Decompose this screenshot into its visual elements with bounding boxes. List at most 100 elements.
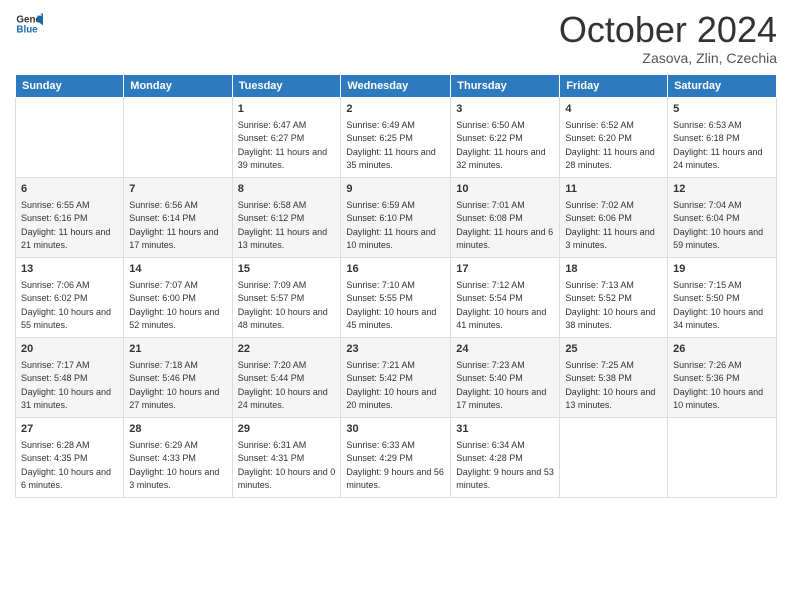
calendar-cell: 6Sunrise: 6:55 AM Sunset: 6:16 PM Daylig…: [16, 177, 124, 257]
col-tuesday: Tuesday: [232, 74, 341, 97]
day-info: Sunrise: 7:09 AM Sunset: 5:57 PM Dayligh…: [238, 280, 328, 330]
calendar-cell: 5 Sunrise: 6:53 AM Sunset: 6:18 PM Daylig…: [668, 97, 777, 177]
calendar-cell: 18 Sunrise: 7:13 AM Sunset: 5:52 PM Dayli…: [560, 257, 668, 337]
calendar-table: Sunday Monday Tuesday Wednesday Thursday…: [15, 74, 777, 498]
logo: General Blue: [15, 10, 43, 38]
day-number: 8: [238, 182, 336, 197]
svg-text:Blue: Blue: [16, 24, 38, 35]
col-saturday: Saturday: [668, 74, 777, 97]
day-info: Sunrise: 7:18 AM Sunset: 5:46 PM Dayligh…: [129, 360, 219, 410]
day-number: 15: [238, 262, 336, 277]
col-wednesday: Wednesday: [341, 74, 451, 97]
calendar-cell: 15 Sunrise: 7:09 AM Sunset: 5:57 PM Dayli…: [232, 257, 341, 337]
day-number: 17: [456, 262, 554, 277]
location: Zasova, Zlin, Czechia: [559, 50, 777, 66]
day-info: Sunrise: 7:04 AM Sunset: 6:04 PM Dayligh…: [673, 200, 763, 250]
day-number: 25: [565, 342, 662, 357]
day-info: Sunrise: 6:29 AM Sunset: 4:33 PM Dayligh…: [129, 440, 219, 490]
calendar-cell: 31Sunrise: 6:34 AM Sunset: 4:28 PM Dayli…: [451, 417, 560, 497]
calendar-cell: 1 Sunrise: 6:47 AM Sunset: 6:27 PM Daylig…: [232, 97, 341, 177]
day-number: 10: [456, 182, 554, 197]
calendar-cell: 19 Sunrise: 7:15 AM Sunset: 5:50 PM Dayli…: [668, 257, 777, 337]
day-info: Sunrise: 6:34 AM Sunset: 4:28 PM Dayligh…: [456, 440, 554, 490]
day-number: 27: [21, 422, 118, 437]
day-number: 23: [346, 342, 445, 357]
header: General Blue October 2024 Zasova, Zlin, …: [15, 10, 777, 66]
day-info: Sunrise: 6:50 AM Sunset: 6:22 PM Dayligh…: [456, 120, 545, 170]
day-number: 2: [346, 102, 445, 117]
day-number: 29: [238, 422, 336, 437]
day-info: Sunrise: 6:59 AM Sunset: 6:10 PM Dayligh…: [346, 200, 435, 250]
day-info: Sunrise: 6:33 AM Sunset: 4:29 PM Dayligh…: [346, 440, 444, 490]
calendar-cell: 3 Sunrise: 6:50 AM Sunset: 6:22 PM Daylig…: [451, 97, 560, 177]
day-info: Sunrise: 6:47 AM Sunset: 6:27 PM Dayligh…: [238, 120, 327, 170]
calendar-cell: 9 Sunrise: 6:59 AM Sunset: 6:10 PM Daylig…: [341, 177, 451, 257]
logo-icon: General Blue: [15, 10, 43, 38]
day-info: Sunrise: 7:25 AM Sunset: 5:38 PM Dayligh…: [565, 360, 655, 410]
calendar-week-2: 6Sunrise: 6:55 AM Sunset: 6:16 PM Daylig…: [16, 177, 777, 257]
day-number: 26: [673, 342, 771, 357]
day-number: 3: [456, 102, 554, 117]
day-number: 19: [673, 262, 771, 277]
calendar-cell: 27 Sunrise: 6:28 AM Sunset: 4:35 PM Dayli…: [16, 417, 124, 497]
day-info: Sunrise: 7:07 AM Sunset: 6:00 PM Dayligh…: [129, 280, 219, 330]
calendar-cell: 2 Sunrise: 6:49 AM Sunset: 6:25 PM Daylig…: [341, 97, 451, 177]
calendar-week-5: 27 Sunrise: 6:28 AM Sunset: 4:35 PM Dayli…: [16, 417, 777, 497]
calendar-week-1: 1 Sunrise: 6:47 AM Sunset: 6:27 PM Daylig…: [16, 97, 777, 177]
day-number: 11: [565, 182, 662, 197]
day-info: Sunrise: 7:06 AM Sunset: 6:02 PM Dayligh…: [21, 280, 111, 330]
calendar-cell: 14Sunrise: 7:07 AM Sunset: 6:00 PM Dayli…: [124, 257, 232, 337]
day-number: 1: [238, 102, 336, 117]
calendar-cell: 10 Sunrise: 7:01 AM Sunset: 6:08 PM Dayli…: [451, 177, 560, 257]
day-info: Sunrise: 6:49 AM Sunset: 6:25 PM Dayligh…: [346, 120, 435, 170]
day-number: 13: [21, 262, 118, 277]
calendar-cell: 4Sunrise: 6:52 AM Sunset: 6:20 PM Daylig…: [560, 97, 668, 177]
day-number: 24: [456, 342, 554, 357]
calendar-cell: 20Sunrise: 7:17 AM Sunset: 5:48 PM Dayli…: [16, 337, 124, 417]
day-number: 5: [673, 102, 771, 117]
calendar-cell: 11Sunrise: 7:02 AM Sunset: 6:06 PM Dayli…: [560, 177, 668, 257]
day-info: Sunrise: 7:21 AM Sunset: 5:42 PM Dayligh…: [346, 360, 436, 410]
calendar-cell: 26 Sunrise: 7:26 AM Sunset: 5:36 PM Dayli…: [668, 337, 777, 417]
calendar-cell: 7 Sunrise: 6:56 AM Sunset: 6:14 PM Daylig…: [124, 177, 232, 257]
day-number: 6: [21, 182, 118, 197]
calendar-cell: 16 Sunrise: 7:10 AM Sunset: 5:55 PM Dayli…: [341, 257, 451, 337]
day-number: 30: [346, 422, 445, 437]
day-number: 18: [565, 262, 662, 277]
day-info: Sunrise: 6:58 AM Sunset: 6:12 PM Dayligh…: [238, 200, 327, 250]
day-info: Sunrise: 7:20 AM Sunset: 5:44 PM Dayligh…: [238, 360, 328, 410]
calendar-cell: 12Sunrise: 7:04 AM Sunset: 6:04 PM Dayli…: [668, 177, 777, 257]
col-monday: Monday: [124, 74, 232, 97]
calendar-cell: 23 Sunrise: 7:21 AM Sunset: 5:42 PM Dayli…: [341, 337, 451, 417]
col-friday: Friday: [560, 74, 668, 97]
page: General Blue October 2024 Zasova, Zlin, …: [0, 0, 792, 612]
day-info: Sunrise: 7:13 AM Sunset: 5:52 PM Dayligh…: [565, 280, 655, 330]
day-info: Sunrise: 7:10 AM Sunset: 5:55 PM Dayligh…: [346, 280, 436, 330]
col-thursday: Thursday: [451, 74, 560, 97]
day-info: Sunrise: 6:56 AM Sunset: 6:14 PM Dayligh…: [129, 200, 218, 250]
calendar-cell: 17 Sunrise: 7:12 AM Sunset: 5:54 PM Dayli…: [451, 257, 560, 337]
day-info: Sunrise: 6:53 AM Sunset: 6:18 PM Dayligh…: [673, 120, 762, 170]
calendar-cell: [16, 97, 124, 177]
day-info: Sunrise: 7:01 AM Sunset: 6:08 PM Dayligh…: [456, 200, 553, 250]
title-block: October 2024 Zasova, Zlin, Czechia: [559, 10, 777, 66]
day-info: Sunrise: 7:15 AM Sunset: 5:50 PM Dayligh…: [673, 280, 763, 330]
day-info: Sunrise: 7:23 AM Sunset: 5:40 PM Dayligh…: [456, 360, 546, 410]
day-number: 20: [21, 342, 118, 357]
day-number: 22: [238, 342, 336, 357]
day-number: 9: [346, 182, 445, 197]
day-number: 16: [346, 262, 445, 277]
day-info: Sunrise: 6:31 AM Sunset: 4:31 PM Dayligh…: [238, 440, 336, 490]
calendar-cell: 24 Sunrise: 7:23 AM Sunset: 5:40 PM Dayli…: [451, 337, 560, 417]
calendar-cell: [668, 417, 777, 497]
day-number: 21: [129, 342, 226, 357]
calendar-cell: [560, 417, 668, 497]
calendar-week-4: 20Sunrise: 7:17 AM Sunset: 5:48 PM Dayli…: [16, 337, 777, 417]
day-number: 4: [565, 102, 662, 117]
day-number: 7: [129, 182, 226, 197]
calendar-cell: 8 Sunrise: 6:58 AM Sunset: 6:12 PM Daylig…: [232, 177, 341, 257]
day-info: Sunrise: 6:28 AM Sunset: 4:35 PM Dayligh…: [21, 440, 111, 490]
day-number: 28: [129, 422, 226, 437]
day-info: Sunrise: 7:26 AM Sunset: 5:36 PM Dayligh…: [673, 360, 763, 410]
day-info: Sunrise: 7:12 AM Sunset: 5:54 PM Dayligh…: [456, 280, 546, 330]
